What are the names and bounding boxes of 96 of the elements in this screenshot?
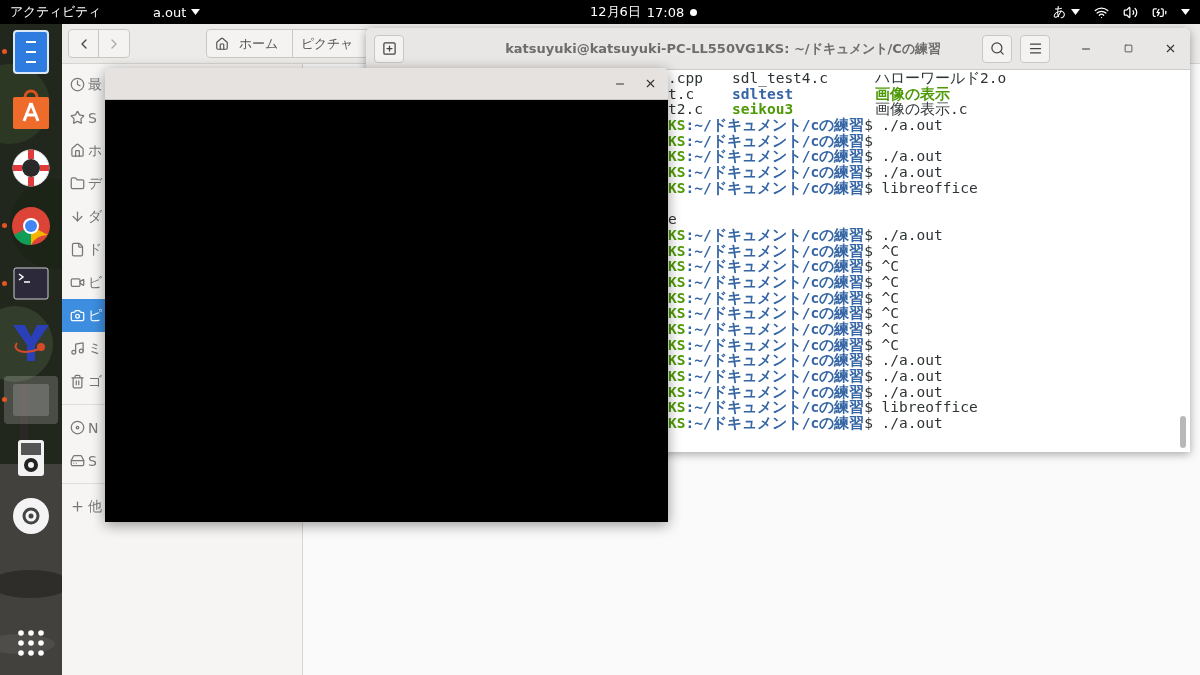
music-icon — [70, 341, 85, 356]
sidebar-item[interactable]: ホ — [62, 134, 302, 167]
sidebar-label: ピ — [88, 306, 102, 325]
star-icon — [70, 110, 85, 125]
file-name: sdl_test4.c — [732, 71, 830, 87]
sidebar-item[interactable]: ゴ — [62, 365, 302, 398]
document-icon — [70, 242, 85, 257]
sidebar-item[interactable]: 最 — [62, 68, 302, 101]
sidebar-label: ビ — [88, 273, 102, 292]
sidebar-label: ホ — [88, 141, 102, 160]
caret-icon — [1071, 9, 1080, 15]
file-cabinet-icon — [12, 30, 50, 74]
file-name: seikou3 — [732, 102, 795, 118]
file-name: sdltest — [732, 86, 794, 102]
terminal-line: KS:~/ドキュメント/cの練習$ ^C — [668, 274, 901, 290]
input-method-menu[interactable]: あ — [1053, 3, 1080, 21]
terminal-icon — [13, 267, 49, 301]
lifebuoy-icon — [10, 147, 52, 189]
sidebar-item[interactable]: ミ — [62, 332, 302, 365]
terminal-line: KS:~/ドキュメント/cの練習$ ./a.out — [668, 384, 944, 400]
sidebar-label: ダ — [88, 207, 102, 226]
sidebar-label: 最 — [88, 75, 102, 94]
clock-icon — [70, 77, 85, 92]
plus-icon — [381, 41, 397, 56]
terminal-line: KS:~/ドキュメント/cの練習$ ^C — [668, 322, 901, 337]
terminal-line: KS:~/ドキュメント/cの練習$ libreoffice — [668, 180, 979, 197]
folder-icon — [70, 176, 85, 191]
app-grid-icon[interactable] — [17, 629, 45, 657]
menu-button[interactable] — [1020, 34, 1050, 63]
system-menu-caret-icon — [1181, 9, 1190, 15]
terminal-line: KS:~/ドキュメント/cの練習$ ^C — [668, 243, 901, 259]
terminal-line: KS:~/ドキュメント/cの練習$ ^C — [668, 306, 901, 322]
camera-icon — [70, 308, 85, 323]
sidebar-label: ゴ — [88, 372, 102, 391]
trash-icon — [70, 374, 85, 389]
sidebar-label: 他 — [88, 497, 102, 516]
drive-icon — [70, 453, 85, 468]
sidebar-item[interactable]: ド — [62, 233, 302, 266]
caret-icon — [191, 9, 201, 15]
terminal-line: KS:~/ドキュメント/cの練習$ ^C — [668, 337, 901, 353]
sidebar-label: デ — [88, 174, 102, 193]
terminal-line: KS:~/ドキュメント/cの練習$ ./a.out — [668, 369, 944, 385]
scrollbar-thumb[interactable] — [1180, 416, 1186, 448]
video-icon — [70, 275, 85, 290]
menu-icon — [1027, 41, 1043, 56]
app-menu[interactable]: a.out — [153, 4, 201, 20]
file-name: t2.c — [668, 102, 704, 119]
sidebar-item[interactable]: デ — [62, 167, 302, 200]
activities-button[interactable]: アクティビティ — [10, 3, 101, 21]
file-name: 画像の表示 — [875, 86, 951, 103]
home-icon — [215, 36, 229, 51]
terminal-line: KS:~/ドキュメント/cの練習$ libreoffice — [668, 400, 979, 416]
date-text[interactable]: 12月6日 — [590, 3, 641, 21]
down-arrow-icon — [70, 209, 85, 224]
file-name: ハローワールド2.o — [875, 71, 1008, 86]
terminal-line: KS:~/ドキュメント/cの練習$ ./a.out — [668, 353, 944, 369]
search-icon — [989, 41, 1005, 56]
sidebar-label: N — [88, 419, 99, 436]
terminal-line: KS:~/ドキュメント/cの練習$ ./a.out — [668, 416, 944, 432]
sidebar-item[interactable]: ビ — [62, 266, 302, 299]
sidebar-label: S — [88, 452, 97, 469]
search-button[interactable] — [982, 34, 1012, 63]
sidebar-label: ド — [88, 240, 102, 259]
sidebar-item[interactable]: 他 — [62, 490, 302, 523]
home-icon — [70, 143, 85, 158]
sidebar-label: ミ — [88, 339, 102, 358]
terminal-line: KS:~/ドキュメント/cの練習$ ./a.out — [668, 227, 944, 243]
window-title: katsuyuki@katsuyuki-PC-LL550VG1KS: ~/ドキュメント/Cの練習 — [504, 39, 942, 58]
notification-dot-icon — [690, 8, 698, 16]
sidebar-label: S — [88, 109, 97, 126]
disc-icon — [12, 497, 50, 535]
clock-text[interactable]: 17:08 — [646, 4, 685, 20]
volume-icon[interactable] — [1123, 4, 1138, 20]
sidebar-item[interactable]: ダ — [62, 200, 302, 233]
file-name: t.c — [668, 86, 695, 103]
chrome-icon — [10, 205, 52, 247]
terminal-line: e — [668, 212, 678, 228]
media-player-icon — [17, 439, 45, 477]
disc-icon — [70, 420, 85, 435]
sidebar-item[interactable]: S — [62, 101, 302, 134]
sidebar-item[interactable]: S — [62, 444, 302, 477]
terminal-line: KS:~/ドキュメント/cの練習$ ./a.out — [668, 118, 944, 134]
plus-icon — [70, 499, 85, 514]
terminal-line: KS:~/ドキュメント/cの練習$ — [668, 133, 874, 149]
file-name: .cpp — [668, 71, 704, 87]
terminal-line: KS:~/ドキュメント/cの練習$ ^C — [668, 290, 901, 306]
terminal-line: KS:~/ドキュメント/cの練習$ ^C — [668, 259, 901, 275]
shopping-bag-icon — [11, 89, 51, 131]
terminal-line: KS:~/ドキュメント/cの練習$ ./a.out — [668, 165, 944, 181]
sidebar-item[interactable]: N — [62, 411, 302, 444]
maximize-icon — [1123, 44, 1133, 53]
wifi-icon[interactable] — [1094, 4, 1109, 20]
terminal-line: KS:~/ドキュメント/cの練習$ ./a.out — [668, 149, 944, 165]
new-tab-button[interactable] — [374, 34, 404, 63]
file-name: 画像の表示.c — [875, 102, 969, 119]
path-button[interactable]: ホーム — [207, 30, 293, 57]
